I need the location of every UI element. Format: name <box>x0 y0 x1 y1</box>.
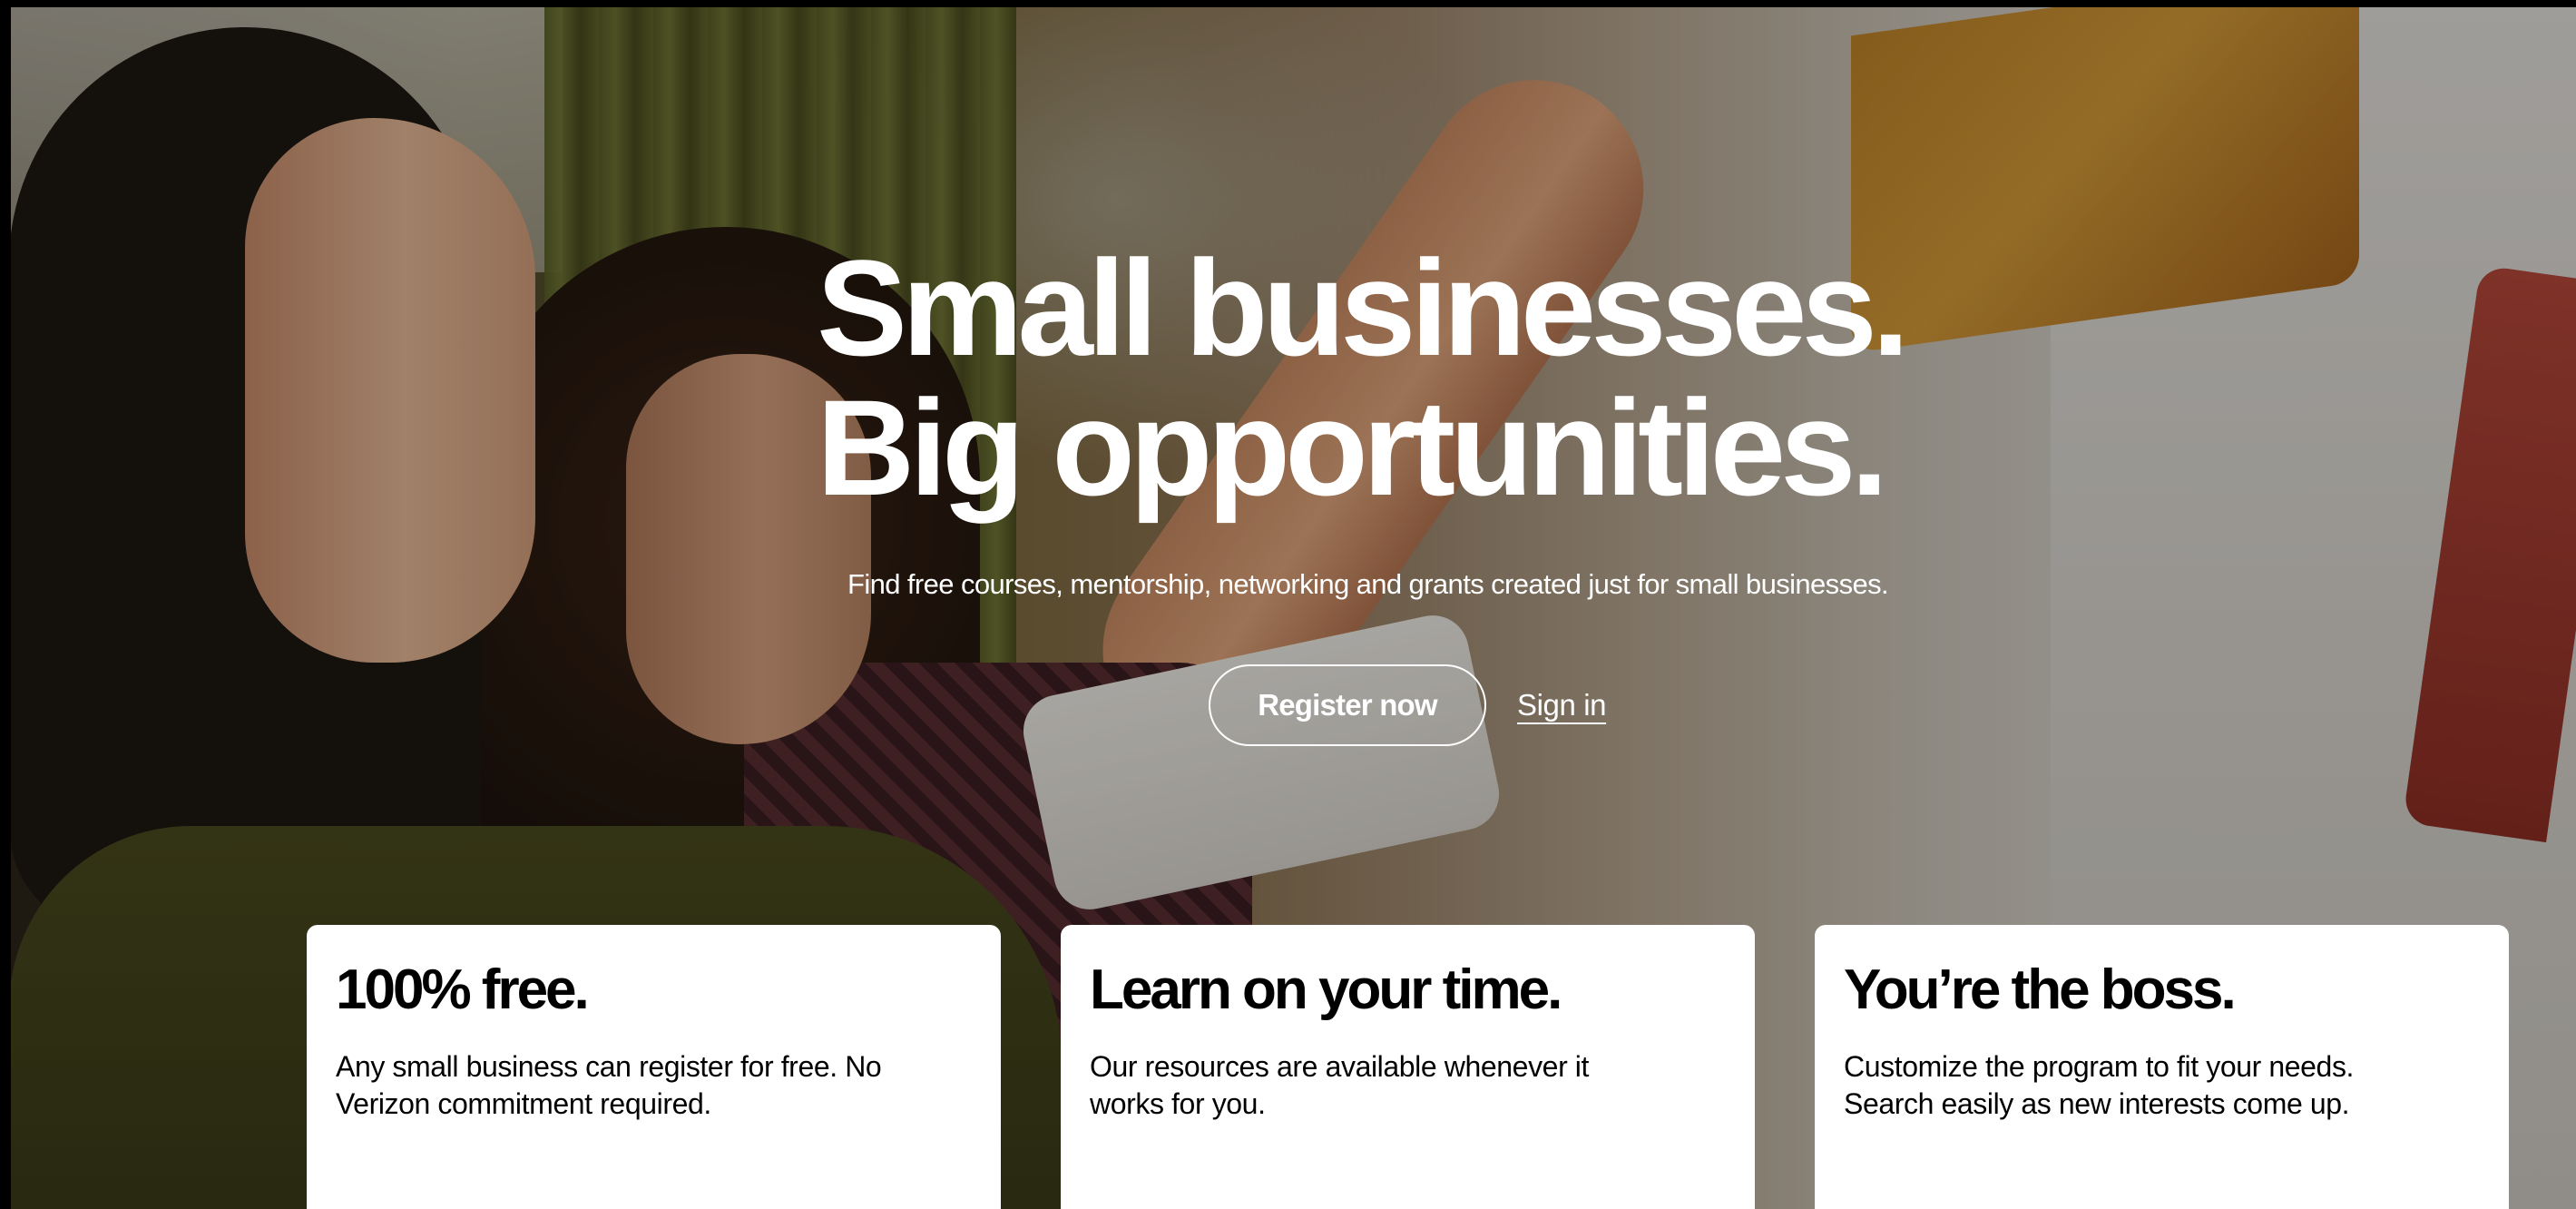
hero-subhead: Find free courses, mentorship, networkin… <box>847 568 1889 600</box>
register-now-button[interactable]: Register now <box>1209 664 1486 746</box>
frame-border <box>0 0 11 1209</box>
card-body: Customize the program to fit your needs.… <box>1844 1050 2355 1120</box>
hero-cta-row: Register now Sign in <box>1209 664 1607 746</box>
headline-line-1: Small businesses. <box>817 231 1910 384</box>
hero-headline: Small businesses. Big opportunities. <box>817 238 2087 517</box>
feature-card-free: 100% free. Any small business can regist… <box>307 925 1001 1209</box>
sign-in-link[interactable]: Sign in <box>1517 688 1607 722</box>
headline-line-2: Big opportunities. <box>817 371 1888 524</box>
card-title: Learn on your time. <box>1090 958 1562 1021</box>
card-body: Any small business can register for free… <box>336 1050 882 1120</box>
card-title: 100% free. <box>336 958 590 1021</box>
feature-cards: 100% free. Any small business can regist… <box>307 925 2510 1209</box>
page: Small businesses. Big opportunities. Fin… <box>0 0 2576 1209</box>
frame-border <box>0 0 2576 7</box>
feature-card-boss: You’re the boss. Customize the program t… <box>1815 925 2509 1209</box>
card-body: Our resources are available whenever it … <box>1090 1050 1590 1120</box>
card-title: You’re the boss. <box>1844 958 2237 1021</box>
feature-card-learn: Learn on your time. Our resources are av… <box>1061 925 1755 1209</box>
